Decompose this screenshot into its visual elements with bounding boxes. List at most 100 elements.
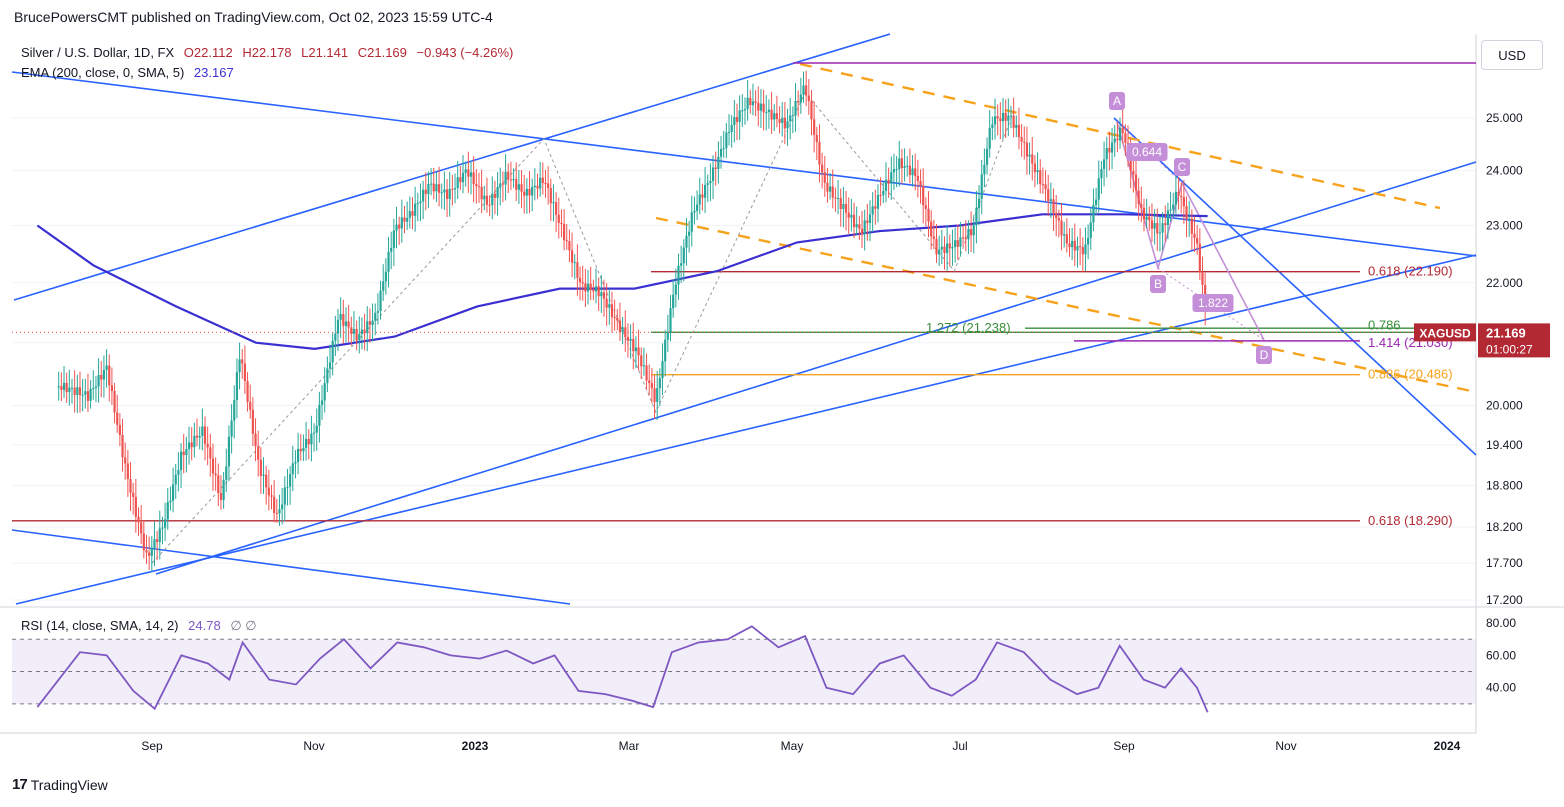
candle-body: [852, 214, 856, 228]
candle-body: [682, 247, 685, 264]
candle-body: [637, 347, 640, 356]
candle-body: [1076, 246, 1079, 251]
candle-body: [84, 391, 87, 395]
candle-body: [371, 320, 374, 325]
candle-body: [1102, 159, 1106, 170]
candle-body: [605, 298, 608, 308]
candle-body: [81, 394, 84, 396]
candle-body: [935, 238, 938, 255]
candle-body: [355, 328, 358, 341]
candle-body: [621, 327, 624, 332]
candle-body: [312, 432, 316, 434]
candle-body: [1201, 272, 1204, 286]
candle-body: [395, 224, 398, 231]
candle-body: [1196, 237, 1199, 244]
candle-body: [246, 381, 249, 402]
candle-body: [1039, 170, 1042, 185]
candle-body: [219, 493, 223, 500]
candle-body: [813, 119, 816, 135]
candle-body: [751, 101, 755, 106]
candle-body: [765, 112, 768, 114]
candle-body: [110, 385, 113, 392]
candle-body: [358, 333, 361, 341]
candle-body: [403, 217, 406, 222]
candle-body: [626, 337, 630, 341]
candle-body: [956, 240, 959, 247]
candle-body: [523, 191, 526, 196]
candle-body: [783, 117, 786, 129]
candle-body: [1028, 154, 1031, 157]
candle-body: [1031, 154, 1034, 164]
candle-body: [695, 204, 699, 211]
candle-body: [1161, 223, 1164, 233]
candle-body: [706, 183, 709, 185]
candle-body: [932, 236, 935, 239]
candle-body: [1057, 218, 1060, 221]
candle-body: [618, 320, 622, 332]
time-tick-label: 2024: [1434, 739, 1461, 753]
candle-body: [257, 446, 260, 460]
candle-body: [108, 365, 111, 386]
candle-body: [334, 333, 337, 341]
candle-body: [1089, 222, 1092, 238]
candle-body: [836, 197, 840, 199]
candle-body: [182, 451, 185, 456]
candle-body: [97, 374, 100, 387]
candle-body: [169, 500, 172, 503]
candle-body: [193, 435, 196, 448]
candle-body: [632, 338, 635, 352]
pattern-ratio-ac: 0.644: [1132, 145, 1162, 159]
candle-body: [1118, 127, 1122, 141]
candle-body: [323, 383, 326, 401]
candle-body: [376, 311, 379, 313]
candle-body: [648, 380, 651, 384]
candle-body: [916, 176, 919, 181]
candle-body: [179, 451, 183, 471]
candle-body: [171, 484, 175, 501]
candle-body: [1060, 220, 1063, 236]
candle-body: [270, 495, 273, 497]
time-tick-label: Nov: [303, 739, 324, 753]
candle-body: [1009, 115, 1013, 117]
candle-body: [895, 169, 898, 171]
candle-body: [711, 167, 715, 182]
candle-body: [453, 187, 457, 190]
rsi-extra: ∅ ∅: [230, 618, 257, 633]
candle-body: [1041, 184, 1044, 186]
candle-body: [602, 292, 606, 299]
price-tick-label: 17.700: [1486, 556, 1523, 570]
candle-body: [302, 447, 305, 452]
currency-button[interactable]: USD: [1481, 40, 1543, 70]
candle-body: [1182, 197, 1185, 207]
candle-body: [860, 228, 864, 235]
candle-body: [411, 211, 414, 216]
candle-body: [1047, 189, 1050, 201]
candle-body: [1158, 232, 1162, 234]
candle-body: [134, 496, 137, 517]
candle-body: [440, 192, 443, 194]
pattern-label-b: B: [1154, 277, 1162, 291]
candle-body: [967, 229, 970, 240]
candle-body: [924, 205, 927, 209]
candle-body: [469, 172, 473, 177]
candle-body: [318, 404, 321, 426]
rsi-tick-label: 60.00: [1486, 648, 1516, 662]
candle-body: [1105, 148, 1108, 160]
candle-body: [416, 203, 419, 205]
candle-body: [443, 189, 446, 193]
candle-body: [1108, 148, 1111, 153]
candle-body: [1188, 218, 1191, 220]
candle-body: [584, 283, 587, 292]
candle-body: [565, 240, 568, 242]
candle-body: [608, 304, 611, 308]
candle-body: [499, 183, 502, 188]
candle-body: [1116, 138, 1119, 141]
candle-body: [1001, 112, 1005, 122]
fib-level-label: 0.618 (18.290): [1368, 513, 1453, 528]
candle-body: [525, 188, 528, 196]
candle-body: [190, 442, 193, 448]
candle-body: [158, 528, 161, 543]
candle-body: [1113, 138, 1116, 143]
candle-body: [972, 225, 975, 236]
swing-zigzag: [151, 91, 1014, 564]
